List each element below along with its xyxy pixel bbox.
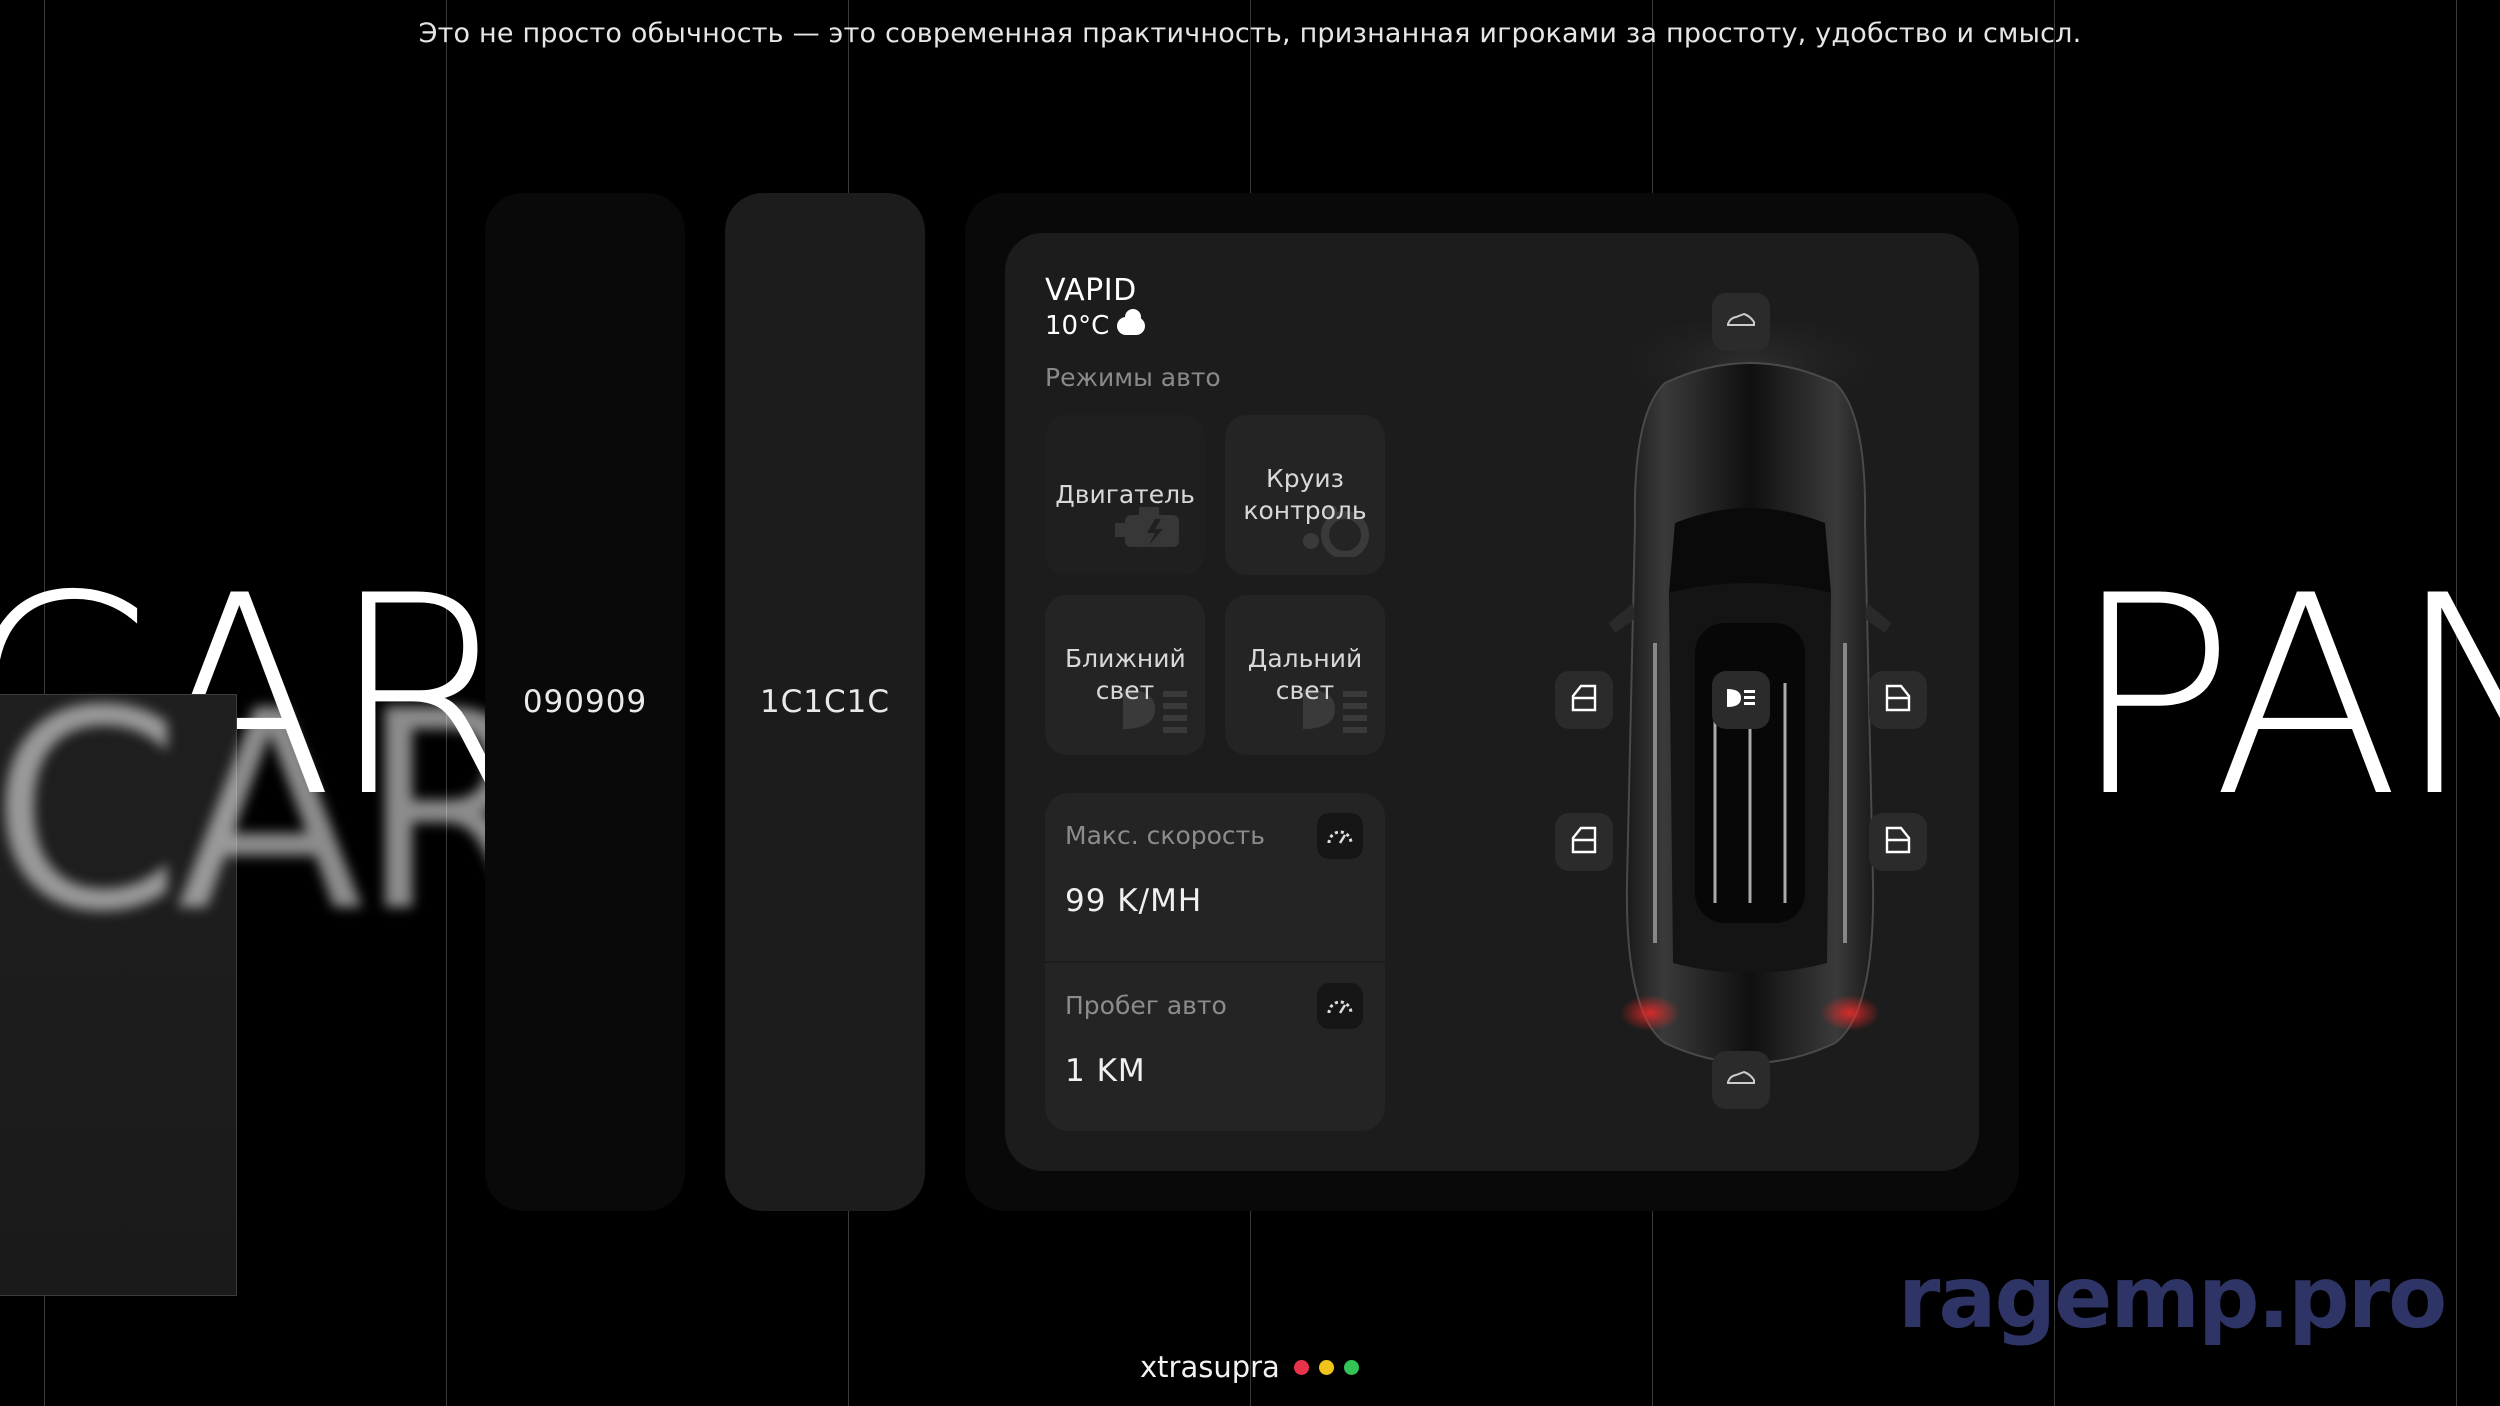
car-panel: VAPID 10°C Режимы авто Двигатель Круиз к… [1005,233,1979,1171]
red-dot [1293,1359,1309,1375]
car-brand: VAPID [1045,273,1137,308]
door-front-right-icon [1885,684,1911,716]
temperature: 10°C [1045,311,1110,341]
weather: 10°C [1045,309,1146,341]
color-swatch-gray: 1C1C1C [725,193,925,1211]
watermark: ragemp.pro [1898,1248,2447,1348]
stats-card: Макс. скорость 99 K/MH Пробег авто 1 KM [1045,793,1385,1131]
mode-engine-button[interactable]: Двигатель [1045,415,1205,575]
headlight-button[interactable] [1712,671,1770,729]
swatch-label: 1C1C1C [759,684,891,720]
mode-label: Ближний свет [1065,643,1186,706]
speedometer-icon [1317,983,1363,1029]
door-rear-right-button[interactable] [1869,813,1927,871]
guide-line [2054,0,2055,1406]
headlight-icon [1725,687,1757,713]
color-swatch-dark: 090909 [485,193,685,1211]
mileage-label: Пробег авто [1065,991,1227,1020]
big-word-pan: PAN [2070,537,2500,857]
blurred-text: CAR [0,652,549,972]
mode-high-beam-button[interactable]: Дальний свет [1225,595,1385,755]
mode-label: Круиз контроль [1243,463,1367,526]
door-rear-left-icon [1571,826,1597,858]
mode-cruise-button[interactable]: Круиз контроль [1225,415,1385,575]
author-signature: xtrasupra [1140,1350,1359,1384]
door-front-right-button[interactable] [1869,671,1927,729]
swatch-label: 090909 [522,684,648,720]
mode-label: Двигатель [1055,479,1195,509]
trunk-button[interactable] [1712,1051,1770,1109]
tagline: Это не просто обычность — это современна… [418,18,2082,49]
trunk-icon [1726,1070,1756,1090]
mode-label: Дальний свет [1247,643,1363,706]
car-view [1505,233,1979,1171]
hood-icon [1726,312,1756,332]
author-name: xtrasupra [1140,1350,1280,1384]
stats-divider [1045,961,1385,963]
mileage-value: 1 KM [1065,1053,1146,1089]
green-dot [1343,1359,1359,1375]
modes-title: Режимы авто [1045,363,1221,392]
cloud-icon [1117,309,1146,335]
door-rear-right-icon [1885,826,1911,858]
mode-low-beam-button[interactable]: Ближний свет [1045,595,1205,755]
speedometer-icon [1317,813,1363,859]
yellow-dot [1318,1359,1334,1375]
max-speed-label: Макс. скорость [1065,821,1265,850]
door-front-left-button[interactable] [1555,671,1613,729]
max-speed-value: 99 K/MH [1065,883,1203,919]
door-rear-left-button[interactable] [1555,813,1613,871]
hood-button[interactable] [1712,293,1770,351]
door-front-left-icon [1571,684,1597,716]
frosted-glass-sample: CAR [0,675,549,1296]
